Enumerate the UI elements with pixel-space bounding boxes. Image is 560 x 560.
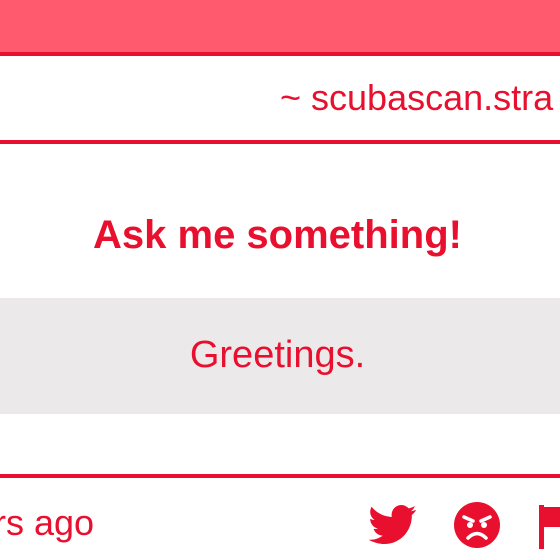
- flag-icon: [539, 505, 560, 549]
- timestamp: rs ago: [0, 502, 95, 543]
- top-bar: [0, 0, 560, 56]
- angry-face-icon: [454, 502, 500, 548]
- twitter-icon: [369, 505, 417, 544]
- twitter-share-button[interactable]: [368, 500, 418, 550]
- profile-url[interactable]: ~ scubascan.stra: [280, 76, 553, 120]
- question-text: Ask me something!: [93, 213, 462, 257]
- angry-reaction-button[interactable]: [452, 500, 502, 550]
- answer-text: Greetings.: [189, 334, 366, 376]
- flag-report-button[interactable]: [532, 500, 560, 550]
